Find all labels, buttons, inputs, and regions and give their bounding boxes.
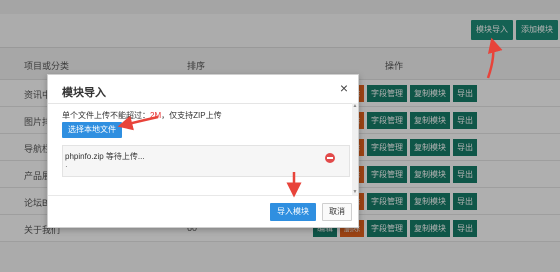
- modal-footer-divider: [48, 195, 358, 196]
- queued-file-name: phpinfo.zip 等待上传...: [65, 152, 145, 161]
- scroll-up-icon[interactable]: ▲: [352, 103, 358, 109]
- limit-value: 2M: [150, 111, 162, 120]
- choose-local-file-button[interactable]: 选择本地文件: [62, 122, 122, 138]
- import-modal: 模块导入 × 单个文件上传不能超过：2M，仅支持ZIP上传 选择本地文件 php…: [47, 74, 359, 228]
- modal-title: 模块导入: [62, 87, 106, 99]
- upload-limit-text: 单个文件上传不能超过：2M，仅支持ZIP上传: [62, 110, 222, 121]
- limit-prefix: 单个文件上传不能超过：: [62, 111, 150, 120]
- remove-file-icon[interactable]: [325, 153, 335, 163]
- cancel-button[interactable]: 取消: [322, 203, 352, 221]
- progress-dot: ·: [65, 162, 68, 171]
- close-icon[interactable]: ×: [340, 81, 348, 95]
- limit-suffix: ，仅支持ZIP上传: [161, 111, 222, 120]
- modal-scrollbar[interactable]: ▲ ▼: [352, 103, 358, 195]
- import-module-button[interactable]: 导入模块: [270, 203, 316, 221]
- modal-divider: [48, 103, 358, 104]
- file-queue-item: phpinfo.zip 等待上传... ·: [62, 145, 350, 177]
